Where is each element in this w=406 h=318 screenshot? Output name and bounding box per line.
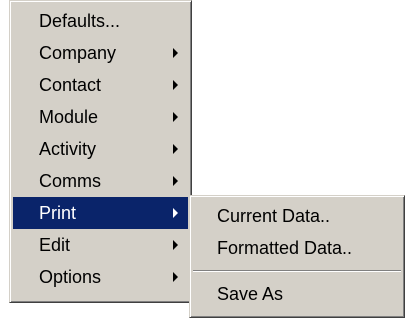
submenu-arrow-icon [173, 112, 178, 122]
submenu-arrow-icon [173, 176, 178, 186]
menu-item-print[interactable]: Print [13, 197, 188, 229]
submenu-item-label: Current Data.. [217, 206, 331, 226]
menu-item-contact[interactable]: Contact [13, 69, 188, 101]
submenu-item-label: Formatted Data.. [217, 238, 353, 258]
submenu-item-current-data[interactable]: Current Data.. [193, 200, 401, 232]
submenu-arrow-icon [173, 144, 178, 154]
menu-item-label: Edit [39, 235, 71, 255]
submenu-item-formatted-data[interactable]: Formatted Data.. [193, 232, 401, 264]
menu-item-edit[interactable]: Edit [13, 229, 188, 261]
submenu-arrow-icon [173, 48, 178, 58]
submenu-arrow-icon [173, 80, 178, 90]
menu-item-activity[interactable]: Activity [13, 133, 188, 165]
menu-item-label: Contact [39, 75, 102, 95]
menu-item-label: Defaults... [39, 11, 121, 31]
menu-item-defaults[interactable]: Defaults... [13, 5, 188, 37]
print-submenu: Current Data.. Formatted Data.. Save As [189, 195, 405, 318]
submenu-arrow-icon [173, 272, 178, 282]
menu-item-label: Comms [39, 171, 101, 191]
menu-separator [193, 270, 401, 272]
submenu-arrow-icon [173, 208, 178, 218]
submenu-arrow-icon [173, 240, 178, 250]
menu-item-label: Activity [39, 139, 97, 159]
menu-item-label: Company [39, 43, 117, 63]
menu-item-label: Module [39, 107, 99, 127]
menu-item-label: Options [39, 267, 102, 287]
menu-item-label: Print [39, 203, 77, 223]
menu-item-comms[interactable]: Comms [13, 165, 188, 197]
submenu-item-save-as[interactable]: Save As [193, 278, 401, 310]
menu-item-module[interactable]: Module [13, 101, 188, 133]
submenu-item-label: Save As [217, 284, 284, 304]
menu-item-company[interactable]: Company [13, 37, 188, 69]
context-menu: Defaults... Company Contact Module Activ… [9, 0, 192, 303]
menu-item-options[interactable]: Options [13, 261, 188, 293]
